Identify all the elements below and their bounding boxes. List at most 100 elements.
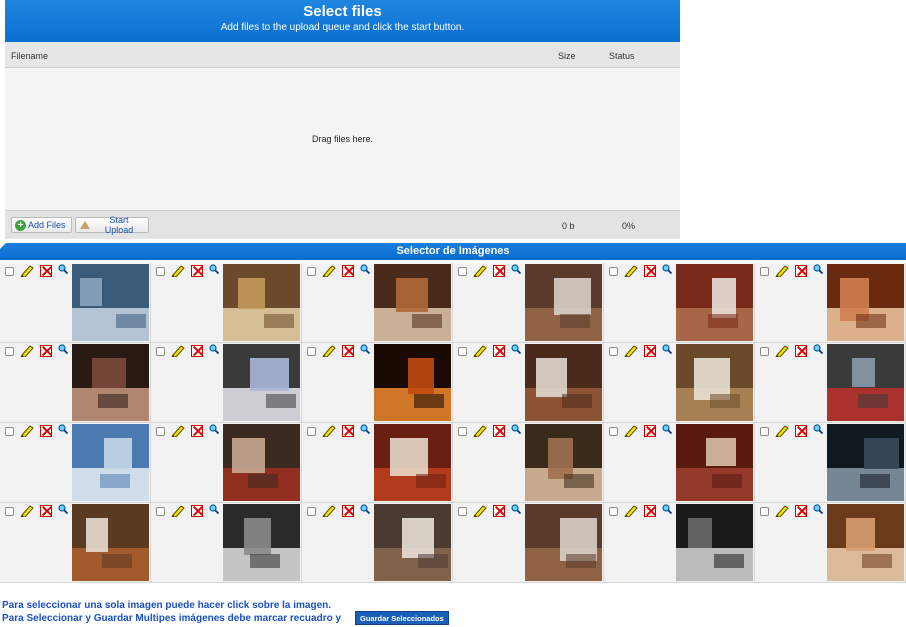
pencil-icon[interactable] [473,425,487,437]
image-thumbnail[interactable] [72,424,149,501]
delete-icon[interactable] [40,505,52,517]
magnifier-icon[interactable] [209,264,219,274]
magnifier-icon[interactable] [209,504,219,514]
magnifier-icon[interactable] [511,424,521,434]
select-checkbox[interactable] [760,267,769,276]
magnifier-icon[interactable] [813,504,823,514]
image-thumbnail[interactable] [72,504,149,581]
magnifier-icon[interactable] [209,344,219,354]
pencil-icon[interactable] [171,505,185,517]
delete-icon[interactable] [795,425,807,437]
pencil-icon[interactable] [171,425,185,437]
image-thumbnail[interactable] [827,344,904,421]
magnifier-icon[interactable] [813,264,823,274]
magnifier-icon[interactable] [511,344,521,354]
magnifier-icon[interactable] [209,424,219,434]
select-checkbox[interactable] [307,347,316,356]
magnifier-icon[interactable] [511,264,521,274]
pencil-icon[interactable] [473,505,487,517]
magnifier-icon[interactable] [58,264,68,274]
pencil-icon[interactable] [322,345,336,357]
select-checkbox[interactable] [156,427,165,436]
select-checkbox[interactable] [609,267,618,276]
image-thumbnail[interactable] [374,424,451,501]
delete-icon[interactable] [191,425,203,437]
select-checkbox[interactable] [760,507,769,516]
delete-icon[interactable] [795,345,807,357]
delete-icon[interactable] [644,265,656,277]
pencil-icon[interactable] [171,345,185,357]
delete-icon[interactable] [40,345,52,357]
delete-icon[interactable] [342,505,354,517]
select-checkbox[interactable] [5,267,14,276]
pencil-icon[interactable] [473,265,487,277]
pencil-icon[interactable] [322,265,336,277]
image-thumbnail[interactable] [525,424,602,501]
add-files-button[interactable]: + Add Files [11,217,72,233]
delete-icon[interactable] [493,505,505,517]
select-checkbox[interactable] [609,347,618,356]
delete-icon[interactable] [40,265,52,277]
select-checkbox[interactable] [5,347,14,356]
image-thumbnail[interactable] [223,504,300,581]
delete-icon[interactable] [191,345,203,357]
pencil-icon[interactable] [20,425,34,437]
pencil-icon[interactable] [322,505,336,517]
image-thumbnail[interactable] [72,264,149,341]
select-checkbox[interactable] [458,347,467,356]
delete-icon[interactable] [40,425,52,437]
pencil-icon[interactable] [624,345,638,357]
delete-icon[interactable] [342,345,354,357]
select-checkbox[interactable] [760,347,769,356]
pencil-icon[interactable] [171,265,185,277]
image-thumbnail[interactable] [223,424,300,501]
magnifier-icon[interactable] [662,424,672,434]
delete-icon[interactable] [644,425,656,437]
image-thumbnail[interactable] [827,264,904,341]
image-thumbnail[interactable] [676,264,753,341]
delete-icon[interactable] [795,505,807,517]
delete-icon[interactable] [644,505,656,517]
select-checkbox[interactable] [307,267,316,276]
image-thumbnail[interactable] [525,344,602,421]
drop-zone[interactable]: Drag files here. [5,68,680,210]
delete-icon[interactable] [342,265,354,277]
magnifier-icon[interactable] [360,424,370,434]
image-thumbnail[interactable] [374,504,451,581]
image-thumbnail[interactable] [525,264,602,341]
delete-icon[interactable] [191,505,203,517]
magnifier-icon[interactable] [58,344,68,354]
image-thumbnail[interactable] [72,344,149,421]
magnifier-icon[interactable] [813,344,823,354]
pencil-icon[interactable] [775,425,789,437]
image-thumbnail[interactable] [676,424,753,501]
image-thumbnail[interactable] [676,504,753,581]
delete-icon[interactable] [493,425,505,437]
magnifier-icon[interactable] [662,504,672,514]
image-thumbnail[interactable] [827,424,904,501]
image-thumbnail[interactable] [223,264,300,341]
select-checkbox[interactable] [156,267,165,276]
delete-icon[interactable] [493,345,505,357]
pencil-icon[interactable] [624,505,638,517]
magnifier-icon[interactable] [662,344,672,354]
pencil-icon[interactable] [775,345,789,357]
image-thumbnail[interactable] [525,504,602,581]
select-checkbox[interactable] [458,267,467,276]
start-upload-button[interactable]: Start Upload [75,215,149,235]
select-checkbox[interactable] [156,507,165,516]
magnifier-icon[interactable] [58,504,68,514]
magnifier-icon[interactable] [360,504,370,514]
delete-icon[interactable] [493,265,505,277]
save-selected-button[interactable]: Guardar Seleccionados [355,611,449,625]
image-thumbnail[interactable] [827,504,904,581]
select-checkbox[interactable] [156,347,165,356]
image-thumbnail[interactable] [374,344,451,421]
magnifier-icon[interactable] [662,264,672,274]
pencil-icon[interactable] [20,345,34,357]
pencil-icon[interactable] [20,505,34,517]
magnifier-icon[interactable] [813,424,823,434]
pencil-icon[interactable] [775,505,789,517]
select-checkbox[interactable] [5,427,14,436]
magnifier-icon[interactable] [511,504,521,514]
